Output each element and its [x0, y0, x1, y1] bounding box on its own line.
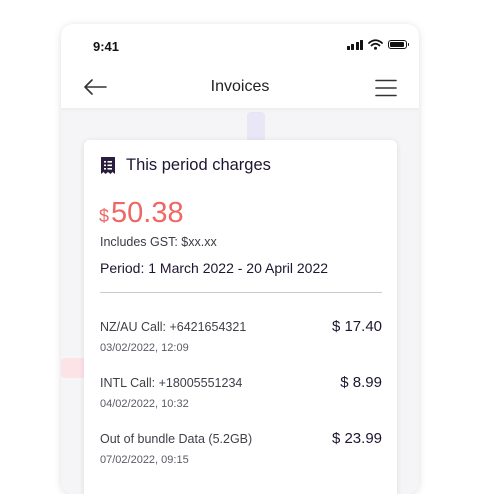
app-header: 9:41 Invoices	[61, 24, 419, 108]
charge-date: 04/02/2022, 10:32	[100, 398, 189, 410]
list-item[interactable]: NZ/AU Call: +6421654321 03/02/2022, 12:0…	[100, 318, 382, 376]
billing-period: Period: 1 March 2022 - 20 April 2022	[100, 260, 329, 276]
charges-list: NZ/AU Call: +6421654321 03/02/2022, 12:0…	[100, 318, 382, 488]
charge-date: 07/02/2022, 09:15	[100, 454, 189, 466]
receipt-icon	[101, 157, 115, 174]
divider	[100, 292, 382, 293]
battery-icon	[388, 40, 409, 49]
page-title: Invoices	[210, 78, 270, 95]
charge-description: Out of bundle Data (5.2GB)	[100, 432, 253, 446]
wifi-icon	[368, 39, 383, 50]
status-icons	[346, 39, 409, 50]
list-item[interactable]: INTL Call: +18005551234 04/02/2022, 10:3…	[100, 374, 382, 432]
card-header: This period charges	[100, 156, 271, 175]
charge-date: 03/02/2022, 12:09	[100, 342, 189, 354]
currency-symbol: $	[99, 206, 110, 226]
phone-screen: 9:41 Invoices This period charges $ 50.3…	[61, 24, 419, 494]
charges-card: This period charges $ 50.38 Includes GST…	[84, 140, 397, 494]
charge-amount: $ 8.99	[340, 374, 382, 391]
charge-description: NZ/AU Call: +6421654321	[100, 320, 247, 334]
signal-icon	[346, 39, 363, 50]
gst-note: Includes GST: $xx.xx	[100, 235, 217, 249]
status-time: 9:41	[93, 39, 120, 54]
charge-amount: $ 23.99	[331, 430, 382, 447]
charge-amount: $ 17.40	[331, 318, 382, 335]
card-title: This period charges	[126, 156, 271, 174]
hamburger-menu-icon[interactable]	[375, 79, 397, 97]
charge-description: INTL Call: +18005551234	[100, 376, 243, 390]
total-amount: $ 50.38	[99, 197, 184, 230]
amount-value: 50.38	[111, 197, 184, 229]
